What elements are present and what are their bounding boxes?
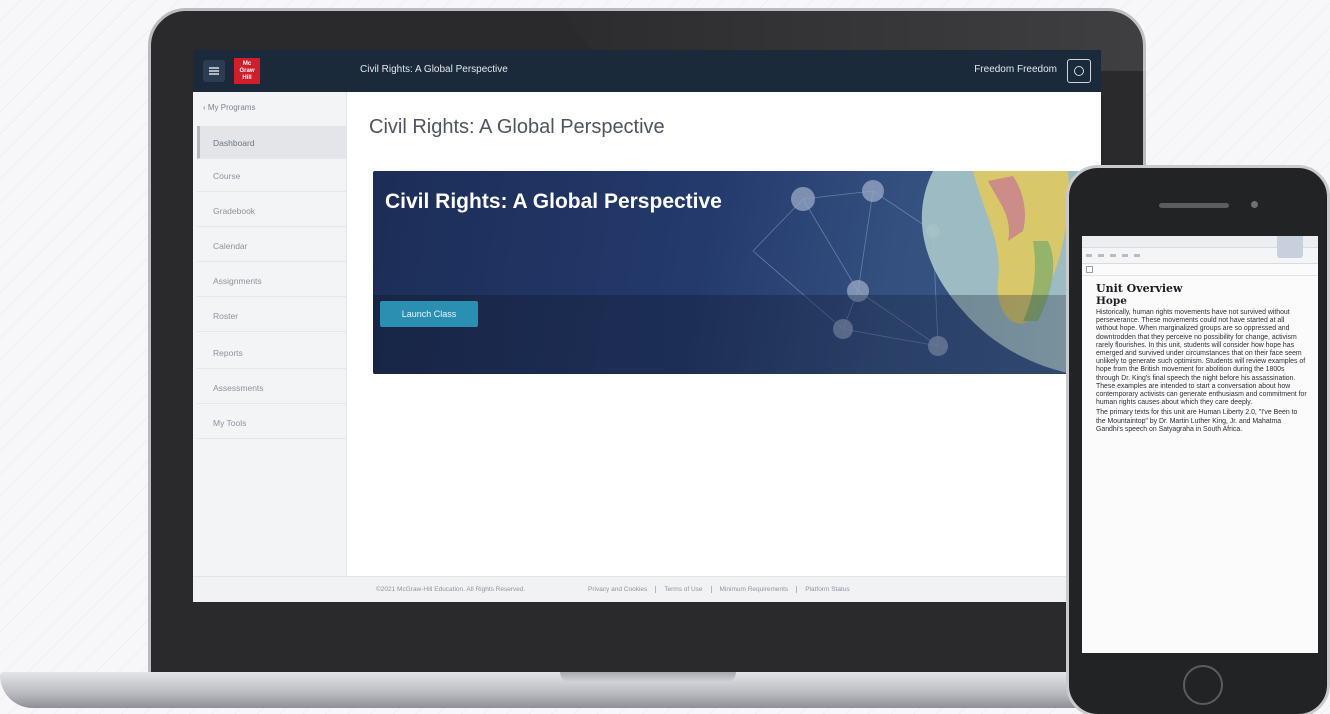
sidebar-item-assessments[interactable]: Assessments [197, 371, 347, 404]
topbar-title: Civil Rights: A Global Perspective [360, 64, 508, 75]
sidebar-item-my-tools[interactable]: My Tools [197, 406, 347, 439]
back-link-label: My Programs [207, 103, 256, 112]
sidebar-item-course[interactable]: Course [197, 159, 347, 192]
sidebar-item-calendar[interactable]: Calendar [197, 229, 347, 262]
top-bar: Mc Graw Hill Civil Rights: A Global Pers… [193, 50, 1101, 92]
user-avatar-icon[interactable] [1067, 59, 1091, 83]
sidebar-item-gradebook[interactable]: Gradebook [197, 194, 347, 227]
footer-links: Privacy and Cookies Terms of Use Minimum… [580, 586, 858, 593]
unit-paragraph: The primary texts for this unit are Huma… [1096, 409, 1298, 433]
banner-lower-band [373, 295, 1101, 374]
laptop-notch [560, 672, 736, 682]
footer-copyright: ©2021 McGraw-Hill Education. All Rights … [376, 586, 526, 593]
footer-link-terms[interactable]: Terms of Use [655, 586, 710, 593]
phone-speaker [1159, 203, 1229, 208]
unit-paragraph: Historically, human rights movements hav… [1096, 309, 1307, 407]
sidebar: ‹ My Programs Dashboard Course Gradebook… [193, 92, 347, 576]
unit-overview-heading: Unit Overview [1096, 282, 1183, 295]
phone-nav-controls[interactable] [1086, 254, 1146, 257]
sidebar-item-roster[interactable]: Roster [197, 299, 347, 332]
footer-link-requirements[interactable]: Minimum Requirements [710, 586, 797, 593]
user-name[interactable]: Freedom Freedom [974, 64, 1057, 75]
comment-icon[interactable] [1086, 266, 1093, 273]
mcgraw-hill-logo[interactable]: Mc Graw Hill [234, 58, 260, 84]
banner-title: Civil Rights: A Global Perspective [385, 190, 722, 213]
laptop-screen: Mc Graw Hill Civil Rights: A Global Pers… [193, 50, 1101, 602]
back-to-programs-link[interactable]: ‹ My Programs [203, 103, 255, 112]
sidebar-item-dashboard[interactable]: Dashboard [197, 126, 347, 159]
sidebar-item-assignments[interactable]: Assignments [197, 264, 347, 297]
logo-line-3: Hill [242, 74, 252, 81]
logo-line-2: Graw [239, 67, 255, 74]
page-title: Civil Rights: A Global Perspective [369, 116, 665, 138]
globe-icon[interactable] [1277, 236, 1303, 258]
footer-link-privacy[interactable]: Privacy and Cookies [580, 586, 655, 593]
footer: ©2021 McGraw-Hill Education. All Rights … [193, 576, 1101, 602]
phone-camera [1251, 201, 1258, 208]
phone-sub-bar [1082, 264, 1318, 276]
phone-screen: Unit Overview Hope Historically, human r… [1082, 236, 1318, 653]
menu-icon[interactable] [203, 60, 225, 82]
sidebar-item-reports[interactable]: Reports [197, 336, 347, 369]
footer-link-status[interactable]: Platform Status [796, 586, 857, 593]
phone-content: Unit Overview Hope Historically, human r… [1096, 282, 1308, 434]
launch-class-button[interactable]: Launch Class [380, 301, 478, 327]
unit-subheading: Hope [1096, 295, 1127, 307]
phone-frame: Unit Overview Hope Historically, human r… [1066, 165, 1330, 714]
home-button[interactable] [1183, 665, 1223, 705]
logo-line-1: Mc [242, 60, 252, 67]
course-banner: Civil Rights: A Global Perspective Launc… [373, 171, 1101, 374]
